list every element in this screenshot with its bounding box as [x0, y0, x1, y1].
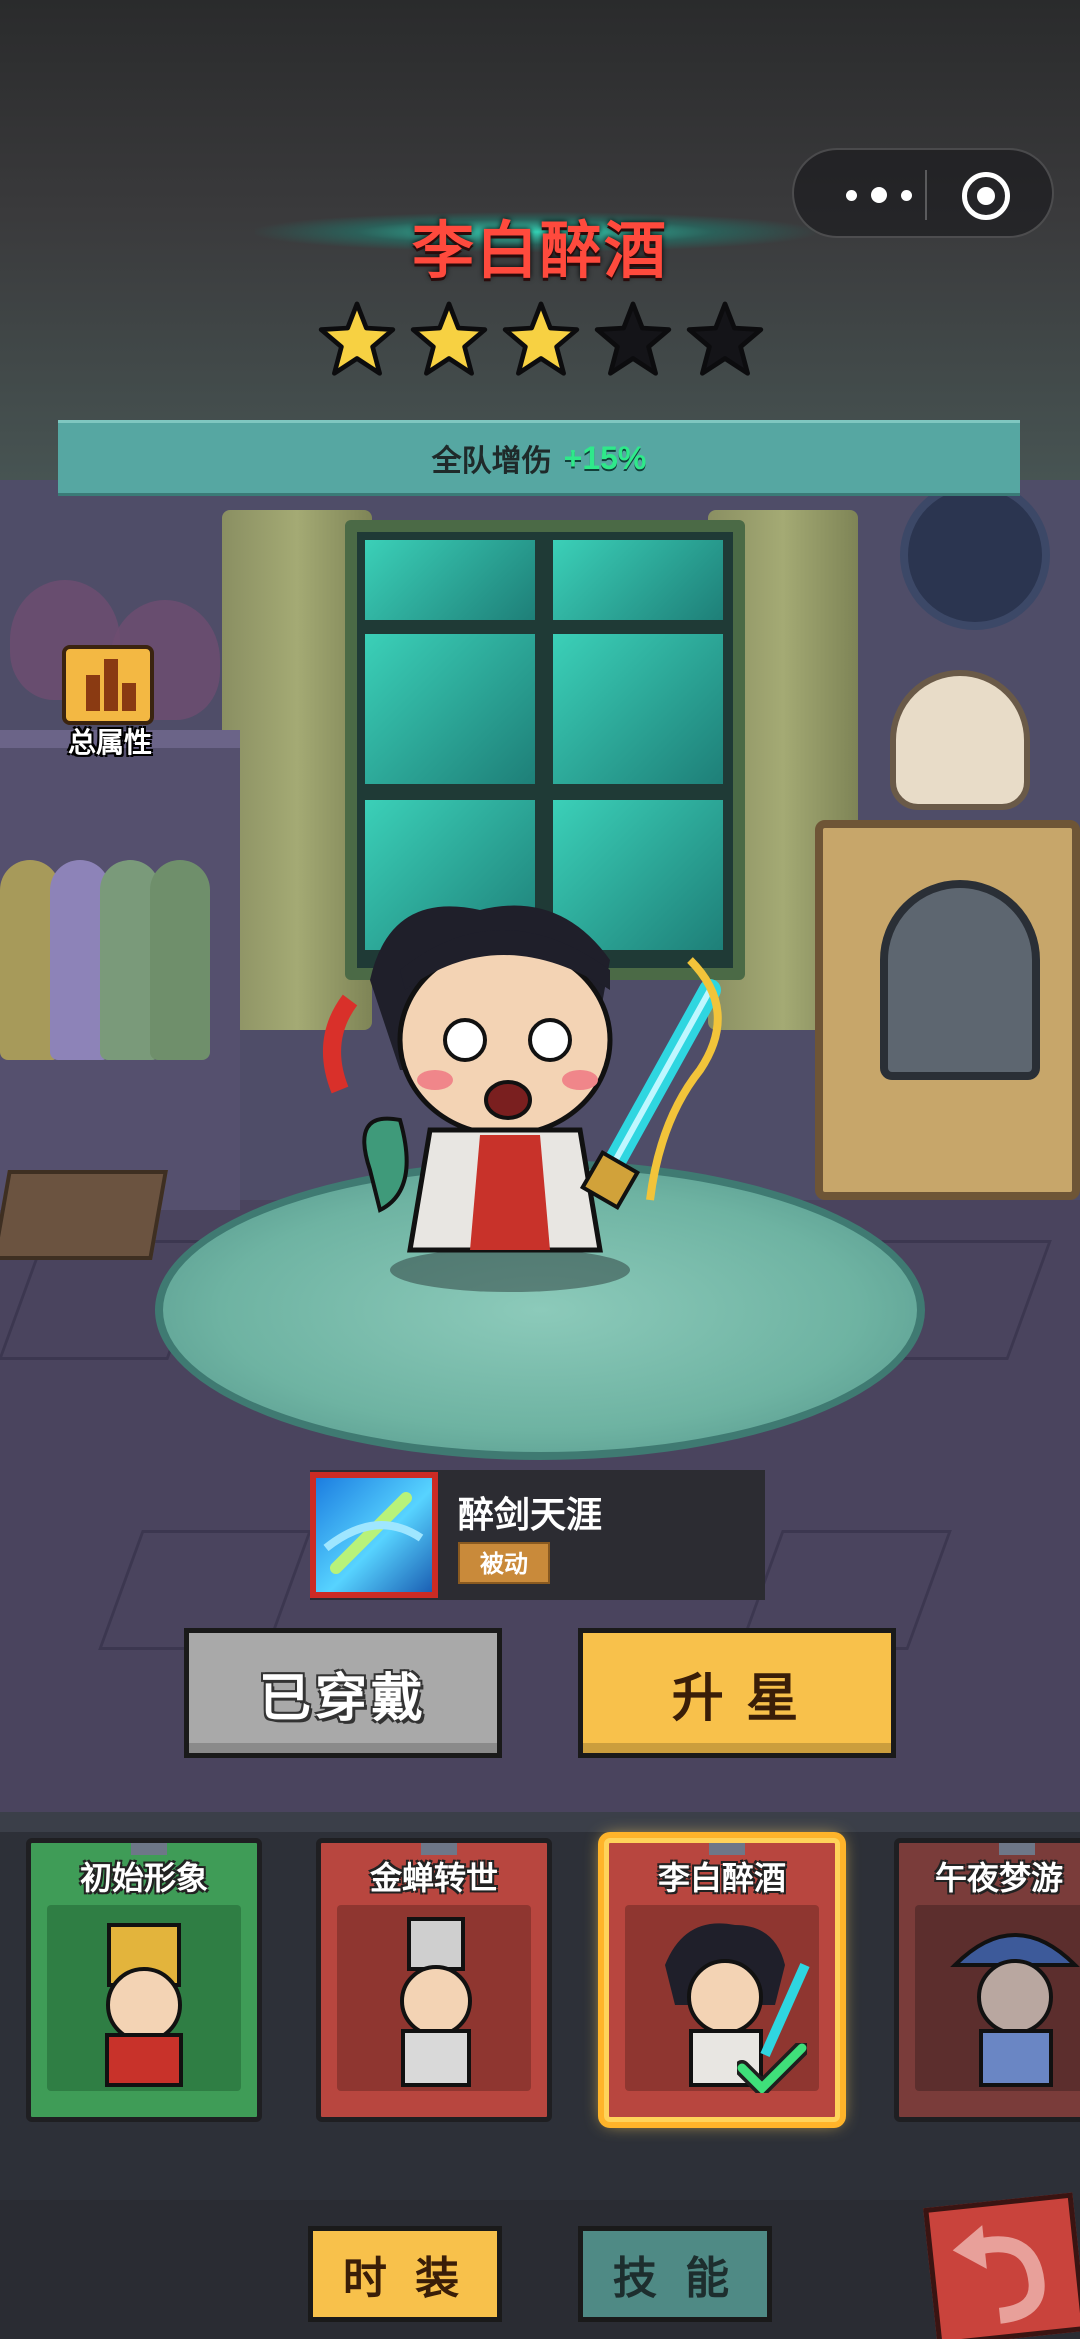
- sword-skill-icon: [310, 1472, 438, 1598]
- upgrade-star-button[interactable]: 升 星: [578, 1628, 896, 1758]
- lucky-cat: [890, 670, 1030, 810]
- skin-card[interactable]: 午夜梦游: [894, 1838, 1080, 2122]
- skill-panel[interactable]: 醉剑天涯 被动: [310, 1470, 765, 1600]
- back-arrow-icon: [952, 2225, 1045, 2324]
- skin-card-selected[interactable]: 李白醉酒: [604, 1838, 840, 2122]
- capsule-machine: [880, 880, 1040, 1080]
- back-button[interactable]: [923, 2192, 1080, 2339]
- skill-type-badge: 被动: [458, 1542, 550, 1584]
- buff-value: +15%: [563, 439, 647, 476]
- star-filled-icon: [502, 301, 580, 376]
- total-attributes-label: 总属性: [67, 727, 152, 758]
- equipped-button[interactable]: 已穿戴: [184, 1628, 502, 1758]
- bar-chart-icon: [62, 645, 154, 725]
- hero-character: [323, 905, 722, 1292]
- team-buff-bar: 全队增伤 +15%: [58, 420, 1020, 496]
- skin-name: 金蝉转世: [369, 1860, 498, 1896]
- star-filled-icon: [318, 301, 396, 376]
- skin-name: 初始形象: [79, 1860, 208, 1896]
- buff-label: 全队增伤: [431, 445, 552, 478]
- tab-outfit[interactable]: 时 装: [308, 2226, 502, 2322]
- star-empty-icon: [686, 301, 764, 376]
- hero-name-title: 李白醉酒: [411, 217, 668, 286]
- total-attributes-button[interactable]: 总属性: [58, 645, 158, 765]
- tab-skill[interactable]: 技 能: [578, 2226, 772, 2322]
- skin-card[interactable]: 金蝉转世: [316, 1838, 552, 2122]
- skin-portrait: [47, 1905, 241, 2091]
- shelf-rail: [0, 1812, 1080, 1832]
- skin-name: 李白醉酒: [657, 1860, 786, 1896]
- star-filled-icon: [410, 301, 488, 376]
- wall-clock: [900, 480, 1050, 630]
- checkmark-icon: [737, 2043, 807, 2093]
- skin-portrait: [337, 1905, 531, 2091]
- skin-portrait: [915, 1905, 1080, 2091]
- bottom-bar: [0, 2200, 1080, 2339]
- skin-card[interactable]: 初始形象: [26, 1838, 262, 2122]
- star-rating: [318, 300, 764, 378]
- skill-name: 醉剑天涯: [458, 1494, 603, 1535]
- cardboard-box: [0, 1170, 168, 1260]
- skin-name: 午夜梦游: [935, 1860, 1064, 1896]
- star-empty-icon: [594, 301, 672, 376]
